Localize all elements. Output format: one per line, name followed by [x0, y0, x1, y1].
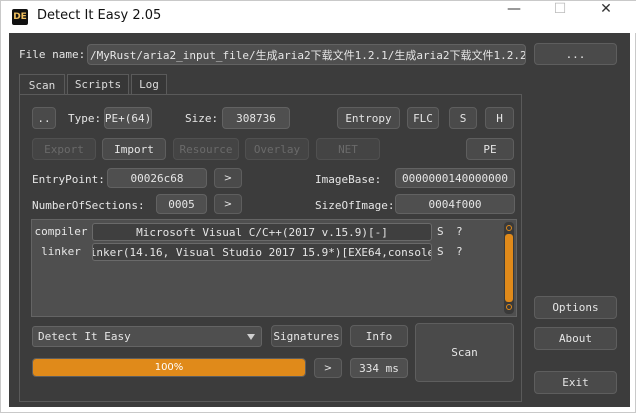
size-label: Size:: [185, 112, 219, 125]
exit-button[interactable]: Exit: [534, 371, 617, 394]
app-icon: DE: [12, 9, 28, 25]
type-label: Type:: [68, 112, 102, 125]
scan-time-field: 334 ms: [350, 358, 408, 378]
number-of-sections-label: NumberOfSections:: [32, 199, 145, 212]
result-type: compiler: [34, 225, 88, 238]
result-row: compiler Microsoft Visual C/C++(2017 v.1…: [32, 223, 502, 242]
hex-button[interactable]: H: [485, 107, 514, 129]
progress-goto-button[interactable]: >: [314, 358, 342, 378]
entropy-button[interactable]: Entropy: [337, 107, 400, 129]
net-button[interactable]: NET: [316, 138, 380, 160]
tab-log[interactable]: Log: [131, 74, 167, 94]
tab-scan[interactable]: Scan: [19, 74, 65, 95]
file-name-label: File name:: [19, 48, 86, 61]
imagebase-label: ImageBase:: [315, 173, 382, 186]
engine-select[interactable]: Detect It Easy: [32, 326, 262, 347]
client-area: File name: /MyRust/aria2_input_file/生成ar…: [9, 33, 630, 407]
pe-button[interactable]: PE: [466, 138, 514, 160]
browse-button[interactable]: ...: [534, 43, 617, 65]
overlay-button[interactable]: Overlay: [245, 138, 309, 160]
resource-button[interactable]: Resource: [173, 138, 239, 160]
maximize-button[interactable]: ☐: [537, 1, 583, 33]
title-bar[interactable]: DE Detect It Easy 2.05 — ☐ ✕: [1, 1, 636, 33]
scroll-down-icon[interactable]: [506, 304, 512, 310]
result-signature-link[interactable]: S: [437, 225, 444, 238]
scan-button[interactable]: Scan: [415, 323, 514, 382]
size-of-image-label: SizeOfImage:: [315, 199, 395, 212]
result-info-link[interactable]: ?: [456, 245, 463, 258]
main-window: DE Detect It Easy 2.05 — ☐ ✕ File name: …: [0, 0, 636, 413]
result-info-link[interactable]: ?: [456, 225, 463, 238]
about-button[interactable]: About: [534, 327, 617, 350]
size-of-image-field: 0004f000: [395, 194, 515, 214]
number-of-sections-field: 0005: [156, 194, 207, 214]
scroll-up-icon[interactable]: [506, 225, 512, 231]
flc-button[interactable]: FLC: [407, 107, 439, 129]
result-row: linker Linker(14.16, Visual Studio 2017 …: [32, 243, 502, 262]
results-scrollbar[interactable]: [504, 222, 514, 314]
window-title: Detect It Easy 2.05: [37, 8, 162, 23]
result-name[interactable]: Linker(14.16, Visual Studio 2017 15.9*)[…: [92, 243, 432, 261]
signatures-button[interactable]: Signatures: [271, 325, 342, 347]
result-name[interactable]: Microsoft Visual C/C++(2017 v.15.9)[-]: [92, 223, 432, 241]
result-type: linker: [41, 245, 81, 258]
sections-goto-button[interactable]: >: [214, 194, 242, 214]
type-field[interactable]: PE+(64): [104, 107, 152, 129]
entrypoint-label: EntryPoint:: [32, 173, 105, 186]
close-button[interactable]: ✕: [583, 1, 629, 33]
minimize-button[interactable]: —: [491, 1, 537, 33]
size-field: 308736: [222, 107, 290, 129]
scan-progress-bar: 100%: [32, 358, 306, 377]
engine-select-value: Detect It Easy: [38, 330, 131, 343]
chevron-down-icon: [247, 334, 255, 340]
result-signature-link[interactable]: S: [437, 245, 444, 258]
progress-text: 100%: [154, 362, 184, 373]
export-button[interactable]: Export: [32, 138, 96, 160]
tab-scripts[interactable]: Scripts: [67, 74, 129, 94]
scroll-thumb[interactable]: [505, 234, 513, 302]
strings-button[interactable]: S: [449, 107, 477, 129]
import-button[interactable]: Import: [102, 138, 166, 160]
info-button[interactable]: Info: [350, 325, 408, 347]
file-path-field[interactable]: /MyRust/aria2_input_file/生成aria2下载文件1.2.…: [87, 44, 526, 65]
entrypoint-field: 00026c68: [107, 168, 207, 188]
more-options-button[interactable]: ..: [32, 107, 56, 129]
detection-results: compiler Microsoft Visual C/C++(2017 v.1…: [31, 219, 517, 317]
options-button[interactable]: Options: [534, 296, 617, 319]
entrypoint-goto-button[interactable]: >: [214, 168, 242, 188]
imagebase-field: 0000000140000000: [395, 168, 515, 188]
